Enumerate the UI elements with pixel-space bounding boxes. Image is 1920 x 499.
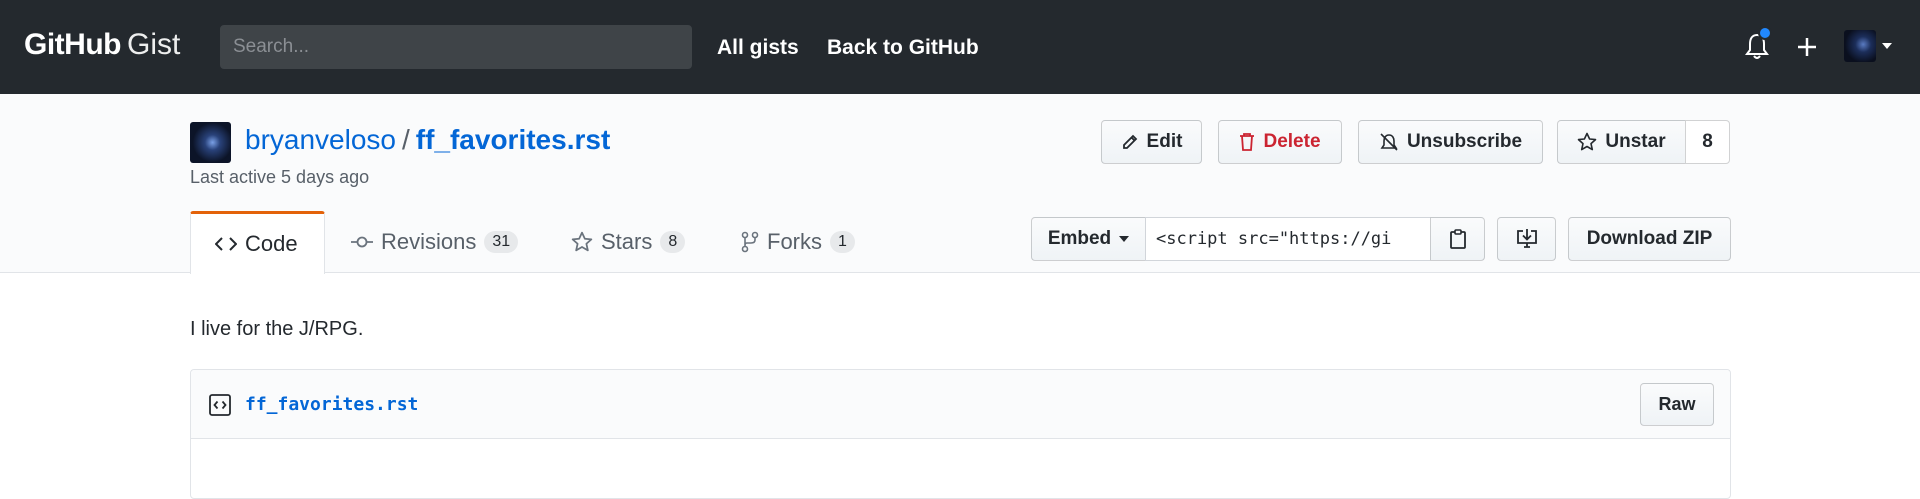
back-to-github-link[interactable]: Back to GitHub xyxy=(827,36,979,60)
tab-code-label: Code xyxy=(245,231,298,256)
caret-down-icon xyxy=(1882,43,1892,49)
top-navigation: GitHub Gist All gists Back to GitHub xyxy=(0,0,1920,94)
title-separator: / xyxy=(401,124,410,155)
search-input[interactable] xyxy=(220,25,692,69)
last-active-text: Last active 5 days ago xyxy=(190,167,370,187)
plus-icon xyxy=(1798,38,1816,56)
star-count[interactable]: 8 xyxy=(1685,120,1730,164)
github-gist-logo[interactable]: GitHub Gist xyxy=(24,28,180,62)
tab-stars[interactable]: Stars 8 xyxy=(547,211,709,273)
download-zip-button[interactable]: Download ZIP xyxy=(1568,217,1731,261)
delete-button[interactable]: Delete xyxy=(1218,120,1342,164)
unstar-button[interactable]: Unstar xyxy=(1557,120,1686,164)
embed-label: Embed xyxy=(1047,228,1112,249)
tab-code[interactable]: Code xyxy=(190,211,325,274)
edit-button[interactable]: Edit xyxy=(1101,120,1202,164)
clipboard-icon xyxy=(1449,229,1466,249)
embed-code-input[interactable]: <script src="https://gi xyxy=(1145,217,1431,261)
desktop-download-icon xyxy=(1516,229,1537,248)
open-in-desktop-button[interactable] xyxy=(1497,217,1556,261)
gist-description: I live for the J/RPG. xyxy=(190,318,364,340)
file-code-icon xyxy=(209,394,231,416)
pencil-icon xyxy=(1122,134,1137,149)
create-new-plus-icon[interactable] xyxy=(1790,30,1824,64)
file-header: ff_favorites.rst Raw xyxy=(191,370,1730,439)
tab-forks-label: Forks xyxy=(767,229,822,254)
tab-forks[interactable]: Forks 1 xyxy=(717,211,879,273)
download-zip-label: Download ZIP xyxy=(1586,228,1713,249)
trash-icon xyxy=(1240,133,1255,151)
owner-link[interactable]: bryanveloso xyxy=(245,124,396,155)
tab-revisions-label: Revisions xyxy=(381,229,477,254)
gist-filename-link[interactable]: ff_favorites.rst xyxy=(416,124,611,155)
unsubscribe-button[interactable]: Unsubscribe xyxy=(1358,120,1543,164)
stars-counter: 8 xyxy=(660,231,686,253)
raw-label: Raw xyxy=(1658,394,1696,414)
file-name-link[interactable]: ff_favorites.rst xyxy=(245,394,418,415)
all-gists-link[interactable]: All gists xyxy=(717,36,799,60)
user-avatar xyxy=(1844,30,1876,62)
forks-counter: 1 xyxy=(830,231,855,253)
unread-notification-dot xyxy=(1758,26,1772,40)
user-menu[interactable] xyxy=(1844,30,1892,62)
owner-avatar[interactable] xyxy=(190,122,231,163)
code-icon xyxy=(215,237,237,251)
caret-down-icon xyxy=(1119,236,1130,242)
tab-stars-label: Stars xyxy=(601,229,653,254)
delete-label: Delete xyxy=(1263,131,1321,152)
tab-revisions[interactable]: Revisions 31 xyxy=(327,211,542,273)
star-icon xyxy=(571,231,593,252)
bell-slash-icon xyxy=(1380,133,1398,151)
gist-title: bryanveloso / ff_favorites.rst xyxy=(245,124,610,156)
star-icon xyxy=(1578,132,1597,151)
revisions-counter: 31 xyxy=(484,231,519,253)
logo-gist-text: Gist xyxy=(126,28,181,61)
notifications-bell-icon[interactable] xyxy=(1740,26,1774,64)
unsubscribe-label: Unsubscribe xyxy=(1406,131,1523,152)
repo-forked-icon xyxy=(741,231,759,253)
raw-button[interactable]: Raw xyxy=(1640,383,1714,426)
logo-github-text: GitHub xyxy=(24,28,121,61)
unstar-label: Unstar xyxy=(1605,131,1666,152)
git-commit-icon xyxy=(351,236,373,248)
edit-label: Edit xyxy=(1146,131,1183,152)
copy-to-clipboard-button[interactable] xyxy=(1430,217,1485,261)
embed-select-button[interactable]: Embed xyxy=(1031,217,1146,261)
